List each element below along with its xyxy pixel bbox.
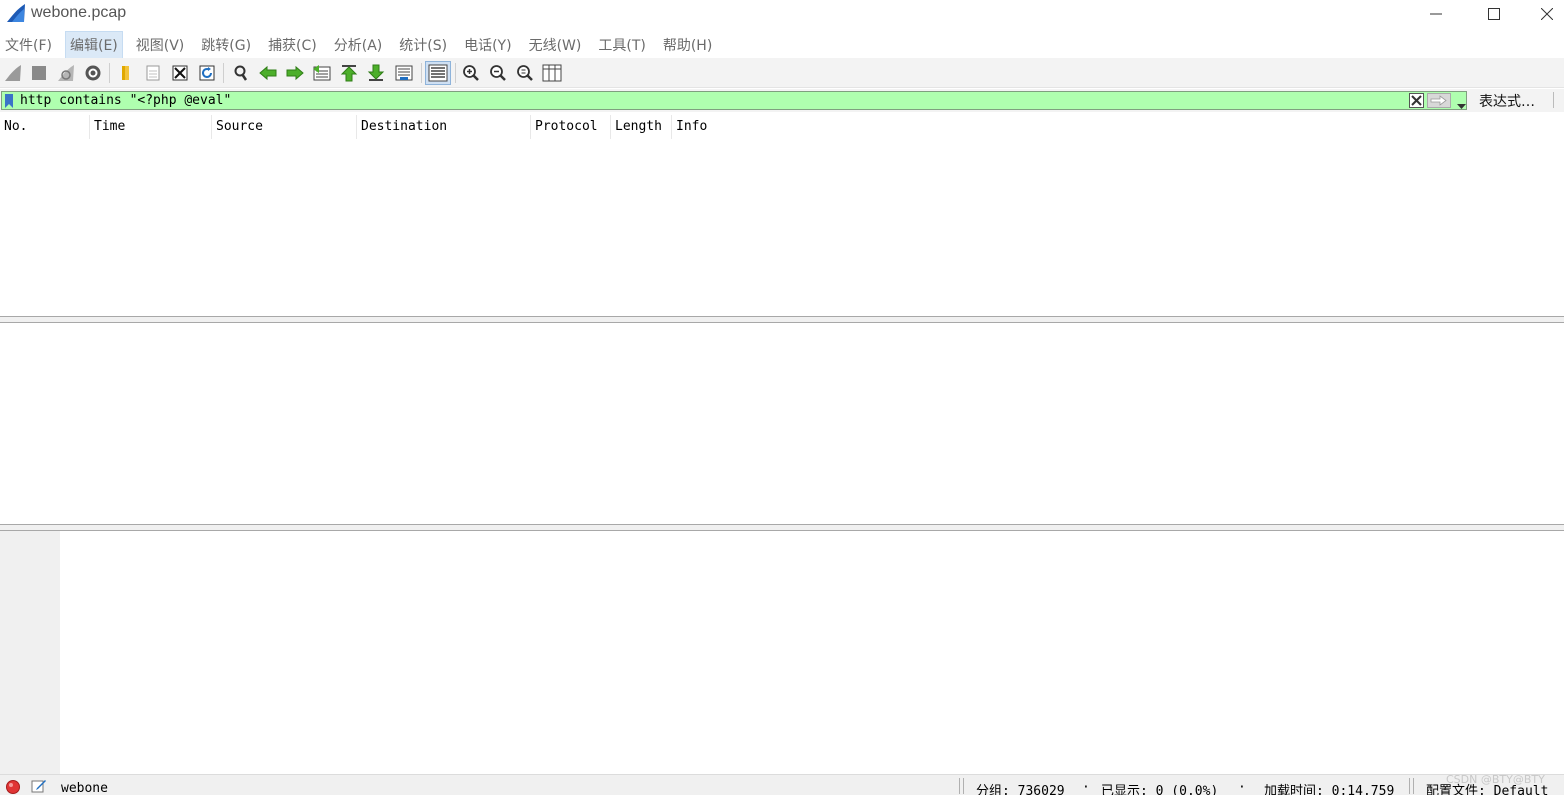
menu-analyze[interactable]: 分析(A) xyxy=(330,32,387,58)
pane-splitter[interactable] xyxy=(0,524,1564,531)
display-filter-input[interactable]: http contains "<?php @eval" xyxy=(1,91,1467,110)
capture-options-icon[interactable] xyxy=(82,62,104,84)
column-header-no[interactable]: No. xyxy=(0,115,90,139)
toolbar-separator xyxy=(455,63,456,83)
maximize-button[interactable] xyxy=(1471,0,1517,28)
save-file-icon[interactable] xyxy=(142,62,164,84)
column-header-protocol[interactable]: Protocol xyxy=(531,115,611,139)
column-header-source[interactable]: Source xyxy=(212,115,357,139)
menu-bar: 文件(F) 编辑(E) 视图(V) 跳转(G) 捕获(C) 分析(A) 统计(S… xyxy=(0,31,1564,59)
auto-scroll-icon[interactable] xyxy=(393,62,415,84)
column-header-length[interactable]: Length xyxy=(611,115,672,139)
menu-file[interactable]: 文件(F) xyxy=(1,32,56,58)
bytes-offset-gutter xyxy=(0,531,60,774)
menu-view[interactable]: 视图(V) xyxy=(132,32,189,58)
menu-help[interactable]: 帮助(H) xyxy=(659,32,716,58)
start-capture-icon[interactable] xyxy=(2,62,24,84)
go-last-icon[interactable] xyxy=(365,62,387,84)
resize-columns-icon[interactable] xyxy=(541,62,563,84)
column-header-time[interactable]: Time xyxy=(90,115,212,139)
expert-info-icon[interactable] xyxy=(6,780,20,795)
go-first-icon[interactable] xyxy=(338,62,360,84)
column-header-info[interactable]: Info xyxy=(672,115,1564,139)
menu-telephony[interactable]: 电话(Y) xyxy=(460,32,515,58)
close-file-icon[interactable] xyxy=(169,62,191,84)
expression-button[interactable]: 表达式… xyxy=(1479,91,1535,111)
display-filter-text[interactable]: http contains "<?php @eval" xyxy=(20,93,231,108)
toolbar-separator xyxy=(223,63,224,83)
zoom-normal-icon[interactable] xyxy=(514,62,536,84)
menu-statistics[interactable]: 统计(S) xyxy=(395,32,451,58)
menu-edit[interactable]: 编辑(E) xyxy=(64,31,123,59)
wireshark-window: webone.pcap 文件(F) 编辑(E) 视图(V) 跳转(G) 捕获(C… xyxy=(0,0,1564,795)
colorize-icon[interactable] xyxy=(425,61,451,85)
reload-file-icon[interactable] xyxy=(196,62,218,84)
pane-splitter[interactable] xyxy=(0,316,1564,323)
menu-wireless[interactable]: 无线(W) xyxy=(525,32,586,58)
go-forward-icon[interactable] xyxy=(284,62,306,84)
go-to-packet-icon[interactable] xyxy=(311,62,333,84)
stop-capture-icon[interactable] xyxy=(28,62,50,84)
display-filter-bar: http contains "<?php @eval" 表达式… xyxy=(0,89,1564,112)
bookmark-icon[interactable] xyxy=(4,94,14,113)
status-dot: · xyxy=(1238,780,1246,795)
status-displayed: 已显示: 0 (0.0%) xyxy=(1101,784,1219,795)
status-packets: 分组: 736029 xyxy=(976,784,1065,795)
open-file-icon[interactable] xyxy=(114,62,136,84)
toolbar-separator xyxy=(421,63,422,83)
zoom-out-icon[interactable] xyxy=(487,62,509,84)
find-packet-icon[interactable] xyxy=(230,62,252,84)
minimize-button[interactable] xyxy=(1413,0,1459,28)
status-separator xyxy=(1413,778,1414,794)
apply-filter-icon[interactable] xyxy=(1427,93,1451,113)
status-file-name: webone xyxy=(61,781,108,795)
column-header-destination[interactable]: Destination xyxy=(357,115,531,139)
clear-filter-icon[interactable] xyxy=(1409,93,1424,113)
status-dot: · xyxy=(1082,780,1090,795)
status-separator xyxy=(963,778,964,794)
window-title: webone.pcap xyxy=(31,4,127,21)
title-bar: webone.pcap xyxy=(0,0,1564,30)
close-window-button[interactable] xyxy=(1529,0,1564,28)
zoom-in-icon[interactable] xyxy=(460,62,482,84)
wireshark-fin-icon xyxy=(6,3,26,28)
watermark: CSDN @BTY@BTY xyxy=(1446,773,1545,786)
menu-capture[interactable]: 捕获(C) xyxy=(264,32,321,58)
packet-list-pane[interactable]: No. Time Source Destination Protocol Len… xyxy=(0,113,1564,316)
menu-tools[interactable]: 工具(T) xyxy=(594,32,649,58)
status-separator xyxy=(1409,778,1410,794)
restart-capture-icon[interactable] xyxy=(55,62,77,84)
toolbar-separator xyxy=(109,63,110,83)
menu-go[interactable]: 跳转(G) xyxy=(197,32,255,58)
go-back-icon[interactable] xyxy=(257,62,279,84)
packet-bytes-pane[interactable] xyxy=(0,531,1564,774)
packet-details-pane[interactable] xyxy=(0,323,1564,524)
capture-comment-icon[interactable] xyxy=(31,778,47,795)
status-separator xyxy=(959,778,960,794)
status-bar: webone 分组: 736029 · 已显示: 0 (0.0%) · 加载时间… xyxy=(0,773,1564,795)
toolbar-separator xyxy=(1553,92,1554,108)
status-load-time: 加载时间: 0:14.759 xyxy=(1264,784,1395,795)
main-toolbar xyxy=(0,58,1564,88)
